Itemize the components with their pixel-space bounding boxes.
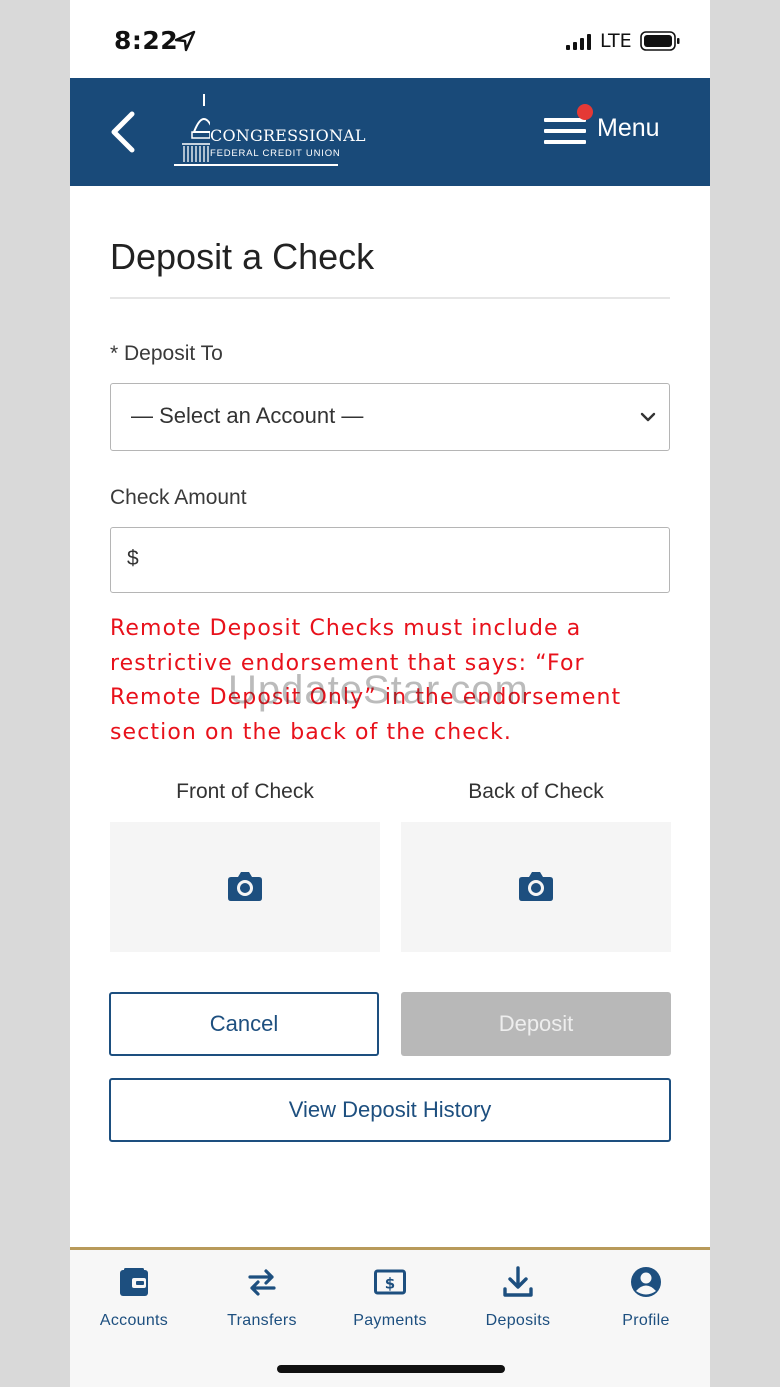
capitol-dome-icon bbox=[176, 94, 210, 166]
logo-underline bbox=[174, 164, 338, 166]
nav-label-profile: Profile bbox=[622, 1312, 670, 1329]
phone-screen: 8:22 LTE CONGRESSIONAL FEDERAL CREDIT UN… bbox=[70, 0, 710, 1387]
logo-subtitle: FEDERAL CREDIT UNION bbox=[210, 148, 341, 159]
camera-icon bbox=[519, 872, 553, 901]
check-amount-field[interactable]: $ bbox=[110, 527, 670, 593]
credit-union-logo: CONGRESSIONAL FEDERAL CREDIT UNION bbox=[174, 92, 366, 172]
nav-label-payments: Payments bbox=[353, 1312, 427, 1329]
svg-text:$: $ bbox=[385, 1275, 395, 1293]
nav-item-payments[interactable]: $ Payments bbox=[326, 1264, 454, 1344]
battery-icon bbox=[640, 31, 680, 51]
transfer-arrows-icon bbox=[248, 1269, 276, 1296]
front-of-check-label: Front of Check bbox=[176, 780, 314, 803]
watermark: UpdateStar.com bbox=[228, 668, 529, 712]
nav-item-deposits[interactable]: Deposits bbox=[454, 1264, 582, 1344]
carrier-label: LTE bbox=[600, 30, 632, 52]
menu-label: Menu bbox=[597, 114, 660, 142]
nav-label-accounts: Accounts bbox=[99, 1312, 169, 1329]
status-time: 8:22 bbox=[114, 26, 179, 55]
warning-line-4: section on the back of the check. bbox=[110, 719, 512, 745]
nav-label-deposits: Deposits bbox=[485, 1312, 551, 1329]
hamburger-icon bbox=[544, 118, 586, 144]
deposit-account-selected-value: — Select an Account — bbox=[131, 403, 364, 428]
check-amount-input[interactable] bbox=[151, 528, 655, 592]
download-icon bbox=[503, 1266, 533, 1297]
camera-icon bbox=[228, 872, 262, 901]
nav-item-profile[interactable]: Profile bbox=[582, 1264, 710, 1344]
back-chevron-icon[interactable] bbox=[108, 110, 138, 154]
app-header: CONGRESSIONAL FEDERAL CREDIT UNION Menu bbox=[70, 78, 710, 186]
dollar-bill-icon: $ bbox=[374, 1269, 406, 1295]
location-arrow-icon bbox=[174, 30, 196, 52]
warning-line-1: Remote Deposit Checks must include a bbox=[110, 616, 582, 641]
home-indicator bbox=[277, 1365, 505, 1373]
front-of-check-capture[interactable] bbox=[110, 822, 380, 952]
notification-dot bbox=[577, 104, 593, 120]
status-bar: 8:22 LTE bbox=[70, 0, 710, 78]
nav-label-transfers: Transfers bbox=[227, 1312, 297, 1329]
back-of-check-capture[interactable] bbox=[401, 822, 671, 952]
title-divider bbox=[110, 297, 670, 299]
deposit-to-label: * Deposit To bbox=[110, 342, 223, 365]
deposit-account-select[interactable]: — Select an Account — bbox=[110, 383, 670, 451]
logo-title: CONGRESSIONAL bbox=[210, 126, 366, 145]
signal-bars-icon bbox=[566, 34, 591, 50]
back-of-check-label: Back of Check bbox=[468, 780, 604, 803]
page-title: Deposit a Check bbox=[110, 236, 375, 277]
cancel-button[interactable]: Cancel bbox=[109, 992, 379, 1056]
chevron-down-icon bbox=[640, 412, 656, 422]
menu-button[interactable]: Menu bbox=[542, 104, 672, 156]
user-circle-icon bbox=[631, 1267, 661, 1297]
view-deposit-history-button[interactable]: View Deposit History bbox=[109, 1078, 671, 1142]
nav-item-transfers[interactable]: Transfers bbox=[198, 1264, 326, 1344]
wallet-icon bbox=[120, 1268, 148, 1296]
check-amount-label: Check Amount bbox=[110, 486, 247, 509]
currency-symbol: $ bbox=[127, 547, 139, 570]
deposit-button[interactable]: Deposit bbox=[401, 992, 671, 1056]
nav-item-accounts[interactable]: Accounts bbox=[70, 1264, 198, 1344]
